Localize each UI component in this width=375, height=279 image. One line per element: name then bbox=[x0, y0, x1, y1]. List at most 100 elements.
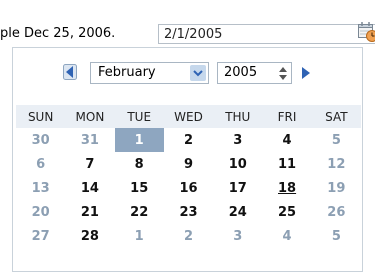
date-picker-popup: February 2005 SUN MON TUE WED THU FRI SA… bbox=[12, 47, 363, 272]
day-number: 31 bbox=[80, 132, 99, 148]
day-number: 2 bbox=[183, 228, 193, 244]
day-number: 15 bbox=[130, 180, 149, 196]
day-number: 5 bbox=[331, 228, 341, 244]
day-number: 5 bbox=[331, 132, 341, 148]
day-number: 9 bbox=[183, 156, 193, 172]
day-number: 30 bbox=[31, 132, 50, 148]
weekday-thu: THU bbox=[213, 105, 263, 128]
calendar-days: 30 31 1 2 3 4 5 6 7 8 9 10 11 12 13 14 15 16 17 18 19 20 21 22 2… bbox=[16, 128, 361, 248]
other-month-day-cell[interactable]: 30 bbox=[16, 128, 65, 152]
calendar-week-row: 13 14 15 16 17 18 19 bbox=[16, 176, 361, 200]
other-month-day-cell[interactable]: 27 bbox=[16, 224, 65, 248]
day-number: 16 bbox=[179, 180, 198, 196]
day-cell[interactable]: 22 bbox=[115, 200, 164, 224]
spinner-up-icon bbox=[279, 66, 287, 72]
day-cell[interactable]: 17 bbox=[213, 176, 262, 200]
day-cell[interactable]: 16 bbox=[164, 176, 213, 200]
day-cell[interactable]: 21 bbox=[65, 200, 114, 224]
day-cell[interactable]: 4 bbox=[262, 128, 311, 152]
year-increment-button[interactable] bbox=[277, 65, 289, 73]
other-month-day-cell[interactable]: 5 bbox=[312, 224, 361, 248]
calendar-button[interactable] bbox=[357, 21, 375, 43]
day-number: 24 bbox=[228, 204, 247, 220]
day-number: 26 bbox=[327, 204, 346, 220]
day-number: 14 bbox=[80, 180, 99, 196]
calendar-grid: SUN MON TUE WED THU FRI SAT 30 31 1 2 3 4 5 6 7 8… bbox=[16, 105, 361, 248]
day-number: 1 bbox=[134, 132, 144, 148]
day-number: 7 bbox=[85, 156, 95, 172]
day-number: 4 bbox=[282, 132, 292, 148]
day-number: 11 bbox=[278, 156, 297, 172]
day-cell[interactable]: 15 bbox=[115, 176, 164, 200]
calendar-icon bbox=[358, 22, 375, 42]
selected-day-cell[interactable]: 1 bbox=[114, 128, 164, 152]
day-number: 20 bbox=[31, 204, 50, 220]
day-cell[interactable]: 23 bbox=[164, 200, 213, 224]
day-number: 6 bbox=[36, 156, 46, 172]
selected-month: February bbox=[98, 65, 156, 80]
month-select[interactable]: February bbox=[90, 62, 209, 84]
next-month-icon bbox=[302, 67, 310, 79]
day-cell[interactable]: 14 bbox=[65, 176, 114, 200]
year-value: 2005 bbox=[224, 65, 258, 80]
day-number: 10 bbox=[228, 156, 247, 172]
calendar-week-row: 30 31 1 2 3 4 5 bbox=[16, 128, 361, 152]
other-month-day-cell[interactable]: 3 bbox=[213, 224, 262, 248]
other-month-day-cell[interactable]: 13 bbox=[16, 176, 65, 200]
other-month-day-cell[interactable]: 31 bbox=[65, 128, 114, 152]
date-input[interactable] bbox=[158, 24, 375, 44]
day-number: 12 bbox=[327, 156, 346, 172]
weekday-header-row: SUN MON TUE WED THU FRI SAT bbox=[16, 105, 361, 128]
calendar-navigation: February 2005 bbox=[13, 48, 362, 98]
day-number: 19 bbox=[327, 180, 346, 196]
day-cell[interactable]: 9 bbox=[164, 152, 213, 176]
year-spinner[interactable]: 2005 bbox=[217, 62, 292, 84]
day-cell[interactable]: 2 bbox=[164, 128, 213, 152]
day-number: 22 bbox=[130, 204, 149, 220]
calendar-week-row: 20 21 22 23 24 25 26 bbox=[16, 200, 361, 224]
day-cell[interactable]: 10 bbox=[213, 152, 262, 176]
day-number: 3 bbox=[233, 228, 243, 244]
chevron-down-icon bbox=[190, 65, 206, 81]
weekday-sat: SAT bbox=[311, 105, 361, 128]
next-month-button[interactable] bbox=[300, 66, 312, 80]
other-month-day-cell[interactable]: 26 bbox=[312, 200, 361, 224]
weekday-tue: TUE bbox=[114, 105, 164, 128]
day-cell[interactable]: 25 bbox=[262, 200, 311, 224]
weekday-wed: WED bbox=[163, 105, 214, 128]
calendar-week-row: 6 7 8 9 10 11 12 bbox=[16, 152, 361, 176]
day-cell[interactable]: 18 bbox=[262, 176, 311, 200]
day-number: 23 bbox=[179, 204, 198, 220]
calendar-week-row: 27 28 1 2 3 4 5 bbox=[16, 224, 361, 248]
previous-month-button[interactable] bbox=[63, 64, 77, 80]
weekday-fri: FRI bbox=[262, 105, 312, 128]
spinner-buttons bbox=[277, 65, 289, 81]
day-number: 2 bbox=[183, 132, 193, 148]
weekday-sun: SUN bbox=[16, 105, 66, 128]
day-cell[interactable]: 3 bbox=[213, 128, 262, 152]
weekday-mon: MON bbox=[65, 105, 115, 128]
other-month-day-cell[interactable]: 4 bbox=[262, 224, 311, 248]
other-month-day-cell[interactable]: 19 bbox=[312, 176, 361, 200]
day-cell[interactable]: 11 bbox=[262, 152, 311, 176]
other-month-day-cell[interactable]: 6 bbox=[16, 152, 65, 176]
day-cell[interactable]: 24 bbox=[213, 200, 262, 224]
day-number: 27 bbox=[31, 228, 50, 244]
previous-month-icon bbox=[63, 64, 77, 80]
day-number: 13 bbox=[31, 180, 50, 196]
other-month-day-cell[interactable]: 12 bbox=[312, 152, 361, 176]
other-month-day-cell[interactable]: 1 bbox=[115, 224, 164, 248]
day-cell[interactable]: 8 bbox=[115, 152, 164, 176]
date-format-hint: ple Dec 25, 2006. bbox=[0, 26, 116, 41]
other-month-day-cell[interactable]: 20 bbox=[16, 200, 65, 224]
day-number: 3 bbox=[233, 132, 243, 148]
day-number: 8 bbox=[134, 156, 144, 172]
other-month-day-cell[interactable]: 2 bbox=[164, 224, 213, 248]
day-cell[interactable]: 28 bbox=[65, 224, 114, 248]
day-number: 25 bbox=[278, 204, 297, 220]
other-month-day-cell[interactable]: 5 bbox=[312, 128, 361, 152]
year-decrement-button[interactable] bbox=[277, 73, 289, 81]
day-cell[interactable]: 7 bbox=[65, 152, 114, 176]
day-number: 1 bbox=[134, 228, 144, 244]
day-number: 18 bbox=[278, 180, 297, 196]
